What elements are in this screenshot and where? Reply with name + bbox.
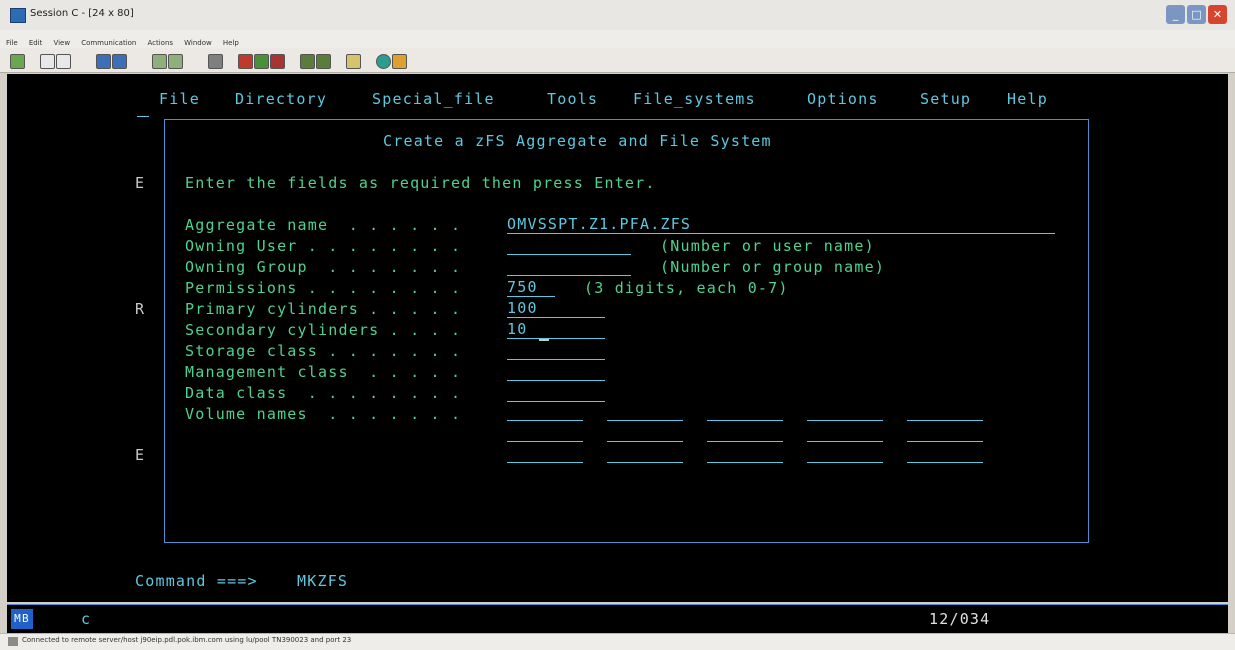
aggregate-name-input[interactable]: OMVSSPT.Z1.PFA.ZFS (507, 215, 1055, 234)
menu-file[interactable]: File (6, 39, 18, 47)
pcomm-app-icon (10, 8, 26, 23)
command-input[interactable]: MKZFS (297, 572, 348, 590)
toolbar (0, 48, 1235, 73)
volume-name-input[interactable] (907, 420, 983, 421)
side-letter: R (135, 300, 146, 318)
session-indicator: MB (11, 609, 33, 629)
primary-cylinders-label: Primary cylinders . . . . . (185, 300, 462, 318)
volume-names-label: Volume names . . . . . . . (185, 405, 462, 423)
volume-name-input[interactable] (807, 462, 883, 463)
volume-name-input[interactable] (707, 462, 783, 463)
panel-divider-mark (137, 116, 149, 117)
ishell-menu-file-systems[interactable]: File_systems (633, 90, 756, 108)
secondary-cylinders-input[interactable]: 10 (507, 320, 605, 339)
connection-status-bar: Connected to remote server/host j90eip.p… (0, 633, 1235, 650)
cursor-position: 12/034 (929, 610, 991, 628)
storage-class-input[interactable] (507, 341, 605, 360)
volume-name-input[interactable] (907, 462, 983, 463)
window-titlebar: Session C - [24 x 80] _ □ ✕ (0, 0, 1235, 30)
data-class-input[interactable] (507, 383, 605, 402)
primary-cylinders-input[interactable]: 100 (507, 299, 605, 318)
volume-name-input[interactable] (507, 420, 583, 421)
text-cursor (539, 339, 549, 341)
dialog-title: Create a zFS Aggregate and File System (383, 132, 772, 150)
menu-edit[interactable]: Edit (29, 39, 43, 47)
menu-help[interactable]: Help (223, 39, 239, 47)
paste-icon[interactable] (56, 54, 71, 69)
volume-name-input[interactable] (707, 420, 783, 421)
mouse-icon[interactable] (208, 54, 223, 69)
receive-icon[interactable] (112, 54, 127, 69)
display-icon[interactable] (152, 54, 167, 69)
color-icon[interactable] (346, 54, 361, 69)
send-icon[interactable] (96, 54, 111, 69)
macro-play-icon[interactable] (254, 54, 269, 69)
help-icon[interactable] (392, 54, 407, 69)
connection-mode: c (81, 610, 92, 628)
side-letter: E (135, 174, 146, 192)
operator-info-area: MB c 12/034 (7, 604, 1228, 633)
permissions-hint: (3 digits, each 0-7) (584, 279, 789, 297)
permissions-label: Permissions . . . . . . . . (185, 279, 462, 297)
connection-status-text: Connected to remote server/host j90eip.p… (22, 636, 352, 644)
transfer-send-icon[interactable] (300, 54, 315, 69)
owning-user-label: Owning User . . . . . . . . (185, 237, 462, 255)
ishell-menu-tools[interactable]: Tools (547, 90, 598, 108)
connection-icon (8, 637, 18, 646)
menu-view[interactable]: View (53, 39, 70, 47)
volume-name-input[interactable] (807, 441, 883, 442)
transfer-receive-icon[interactable] (316, 54, 331, 69)
menu-actions[interactable]: Actions (147, 39, 173, 47)
owning-user-hint: (Number or user name) (660, 237, 875, 255)
print-icon[interactable] (10, 54, 25, 69)
menu-window[interactable]: Window (184, 39, 212, 47)
maximize-button[interactable]: □ (1187, 5, 1206, 24)
side-letter: E (135, 446, 146, 464)
ishell-menu-directory[interactable]: Directory (235, 90, 327, 108)
owning-group-hint: (Number or group name) (660, 258, 886, 276)
ishell-menu-special-file[interactable]: Special_file (372, 90, 495, 108)
macro-record-icon[interactable] (238, 54, 253, 69)
management-class-label: Management class . . . . . (185, 363, 462, 381)
volume-name-input[interactable] (507, 462, 583, 463)
command-label: Command ===> (135, 572, 258, 590)
copy-icon[interactable] (40, 54, 55, 69)
minimize-button[interactable]: _ (1166, 5, 1185, 24)
status-divider (7, 604, 1228, 605)
keyboard-icon[interactable] (168, 54, 183, 69)
data-class-label: Data class . . . . . . . . (185, 384, 462, 402)
management-class-input[interactable] (507, 362, 605, 381)
ishell-menu-file[interactable]: File (159, 90, 200, 108)
volume-name-input[interactable] (507, 441, 583, 442)
volume-name-input[interactable] (907, 441, 983, 442)
owning-user-input[interactable] (507, 236, 631, 255)
owning-group-label: Owning Group . . . . . . . (185, 258, 462, 276)
support-icon[interactable] (376, 54, 391, 69)
volume-name-input[interactable] (607, 420, 683, 421)
permissions-input[interactable]: 750 (507, 278, 555, 297)
dialog-instructions: Enter the fields as required then press … (185, 174, 656, 192)
macro-stop-icon[interactable] (270, 54, 285, 69)
secondary-cylinders-label: Secondary cylinders . . . . (185, 321, 462, 339)
storage-class-label: Storage class . . . . . . . (185, 342, 462, 360)
window-title: Session C - [24 x 80] (30, 8, 134, 19)
window-controls: _ □ ✕ (1166, 5, 1227, 25)
terminal-screen[interactable]: File Directory Special_file Tools File_s… (7, 74, 1228, 602)
menu-communication[interactable]: Communication (81, 39, 136, 47)
ishell-menu-options[interactable]: Options (807, 90, 879, 108)
owning-group-input[interactable] (507, 257, 631, 276)
close-button[interactable]: ✕ (1208, 5, 1227, 24)
ishell-menu-help[interactable]: Help (1007, 90, 1048, 108)
volume-name-input[interactable] (607, 462, 683, 463)
volume-name-input[interactable] (607, 441, 683, 442)
volume-name-input[interactable] (707, 441, 783, 442)
window-menubar: File Edit View Communication Actions Win… (0, 30, 1235, 48)
volume-name-input[interactable] (807, 420, 883, 421)
aggregate-name-label: Aggregate name . . . . . . (185, 216, 462, 234)
ishell-menu-setup[interactable]: Setup (920, 90, 971, 108)
